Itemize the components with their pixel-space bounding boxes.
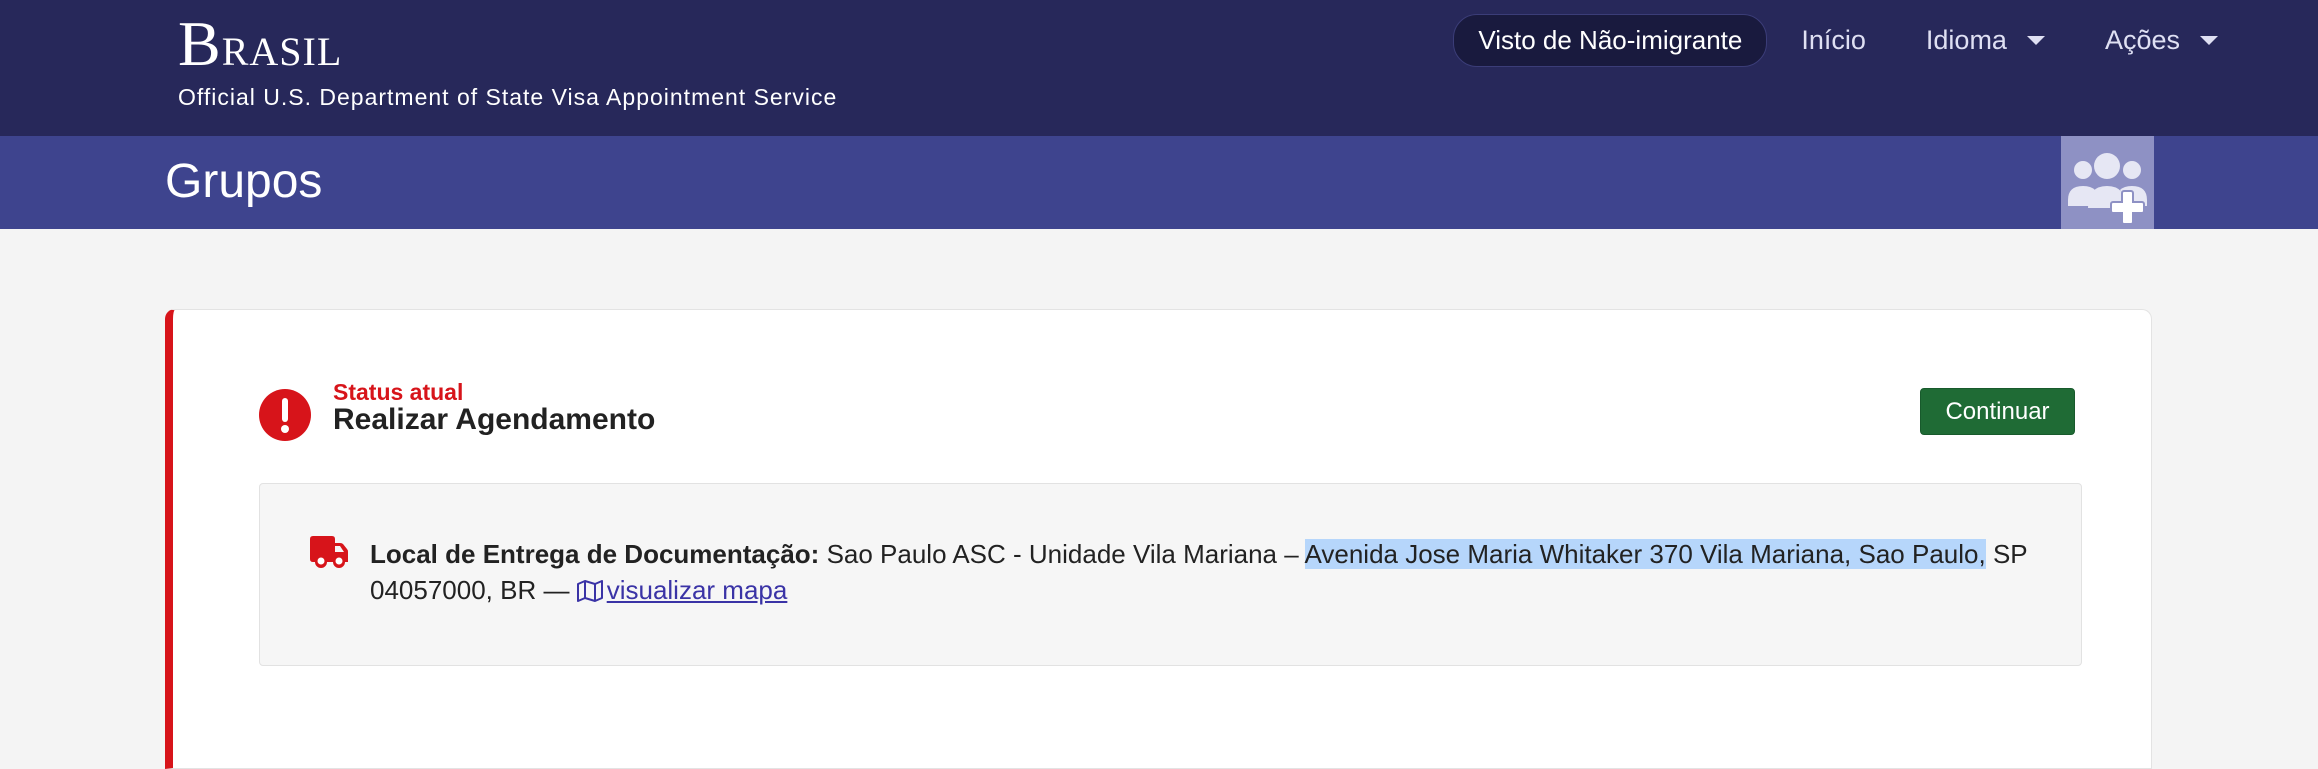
nav-home[interactable]: Início [1801, 17, 1866, 64]
brand-title-rest: RASIL [221, 29, 343, 74]
chevron-down-icon [2200, 36, 2218, 45]
brand-title-initial: B [178, 8, 222, 79]
continue-button[interactable]: Continuar [1920, 388, 2075, 435]
brand-title: BRASIL [178, 12, 837, 76]
brand[interactable]: BRASIL Official U.S. Department of State… [178, 12, 837, 111]
nav-actions-dropdown[interactable]: Ações [2105, 17, 2218, 64]
chevron-down-icon [2026, 36, 2045, 45]
visa-type-pill[interactable]: Visto de Não-imigrante [1453, 14, 1768, 67]
page-title: Grupos [165, 155, 323, 208]
delivery-location-text: Local de Entrega de Documentação: Sao Pa… [370, 536, 2060, 608]
top-navbar: BRASIL Official U.S. Department of State… [0, 0, 2318, 136]
delivery-address-selected: Avenida Jose Maria Whitaker 370 Vila Mar… [1304, 539, 1986, 569]
brand-subtitle: Official U.S. Department of State Visa A… [178, 84, 838, 110]
status-value: Realizar Agendamento [333, 403, 656, 436]
map-icon [576, 580, 603, 602]
status-label: Status atual [333, 379, 464, 405]
status-card: Status atual Realizar Agendamento Contin… [165, 309, 2152, 769]
view-map-link[interactable]: visualizar mapa [576, 575, 788, 605]
truck-icon [310, 536, 348, 568]
delivery-location-box: Local de Entrega de Documentação: Sao Pa… [259, 483, 2082, 666]
users-plus-icon [2068, 153, 2147, 225]
nav-home-label: Início [1801, 25, 1866, 55]
nav-language-dropdown[interactable]: Idioma [1926, 17, 2045, 64]
view-map-label: visualizar mapa [606, 575, 788, 605]
nav-actions-label: Ações [2104, 25, 2180, 55]
main-nav: Visto de Não-imigrante Início Idioma Açõ… [1453, 14, 2218, 67]
delivery-label: Local de Entrega de Documentação: [370, 539, 820, 569]
nav-language-label: Idioma [1925, 25, 2007, 55]
delivery-location-name: Sao Paulo ASC - Unidade Vila Mariana – [826, 539, 1299, 569]
exclamation-circle-icon [259, 389, 311, 441]
page-header: Grupos [0, 136, 2318, 229]
add-group-button[interactable] [2061, 136, 2154, 229]
